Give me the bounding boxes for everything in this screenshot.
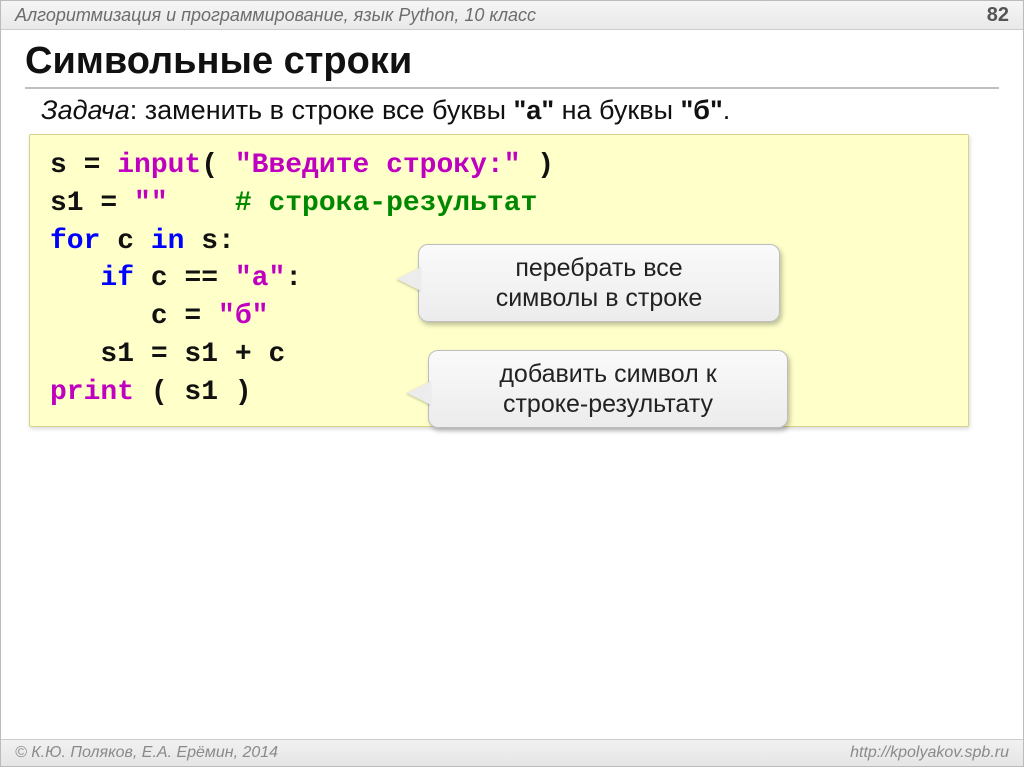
code-l6: s1 = s1 + c	[100, 339, 285, 370]
code-l3-mid: c	[100, 226, 150, 257]
code-l1-pc: )	[521, 150, 555, 181]
code-l1-str: "Введите строку:"	[235, 150, 521, 181]
slide-title: Символьные строки	[25, 40, 999, 89]
header-bar: Алгоритмизация и программирование, язык …	[1, 1, 1023, 30]
code-l2-str: ""	[134, 188, 168, 219]
code-l3-for: for	[50, 226, 100, 257]
task-text-before: : заменить в строке все буквы	[130, 95, 514, 125]
code-l1-input: input	[117, 150, 201, 181]
code-l4-mid: c ==	[134, 263, 235, 294]
course-title: Алгоритмизация и программирование, язык …	[15, 5, 536, 26]
code-box: s = input( "Введите строку:" ) s1 = "" # …	[29, 134, 969, 427]
callout-tail-icon	[407, 381, 431, 405]
callout-append-line2: строке-результату	[449, 389, 767, 419]
callout-append: добавить символ к строке-результату	[428, 350, 788, 428]
code-l1-a: s =	[50, 150, 117, 181]
task-tail: .	[723, 95, 731, 125]
task-label: Задача	[41, 95, 130, 125]
footer-bar: © К.Ю. Поляков, Е.А. Ерёмин, 2014 http:/…	[1, 739, 1023, 766]
code-l4-indent	[50, 263, 100, 294]
callout-tail-icon	[397, 267, 421, 291]
code-l4-if: if	[100, 263, 134, 294]
code-l5-indent	[50, 301, 151, 332]
callout-iterate-line1: перебрать все	[439, 253, 759, 283]
callout-iterate-line2: символы в строке	[439, 283, 759, 313]
task-statement: Задача: заменить в строке все буквы "а" …	[41, 95, 983, 126]
slide-page: Алгоритмизация и программирование, язык …	[0, 0, 1024, 767]
code-l4-str: "а"	[235, 263, 285, 294]
code-l7-tail: ( s1 )	[134, 377, 252, 408]
task-text-middle: на буквы	[554, 95, 680, 125]
footer-copyright: © К.Ю. Поляков, Е.А. Ерёмин, 2014	[15, 744, 278, 762]
code-l4-tail: :	[285, 263, 302, 294]
code-l2-gap	[168, 188, 235, 219]
code-l7-print: print	[50, 377, 134, 408]
footer-url: http://kpolyakov.spb.ru	[850, 744, 1009, 762]
code-l6-indent	[50, 339, 100, 370]
page-number: 82	[987, 4, 1009, 27]
task-quote-a: "а"	[514, 95, 555, 125]
code-l5-str: "б"	[218, 301, 268, 332]
callout-append-line1: добавить символ к	[449, 359, 767, 389]
code-l5-a: c =	[151, 301, 218, 332]
callout-iterate: перебрать все символы в строке	[418, 244, 780, 322]
code-l3-in: in	[151, 226, 185, 257]
task-quote-b: "б"	[681, 95, 723, 125]
code-l1-po: (	[201, 150, 235, 181]
code-l2-a: s1 =	[50, 188, 134, 219]
code-l3-tail: s:	[184, 226, 234, 257]
code-l2-cmt: # строка-результат	[235, 188, 537, 219]
